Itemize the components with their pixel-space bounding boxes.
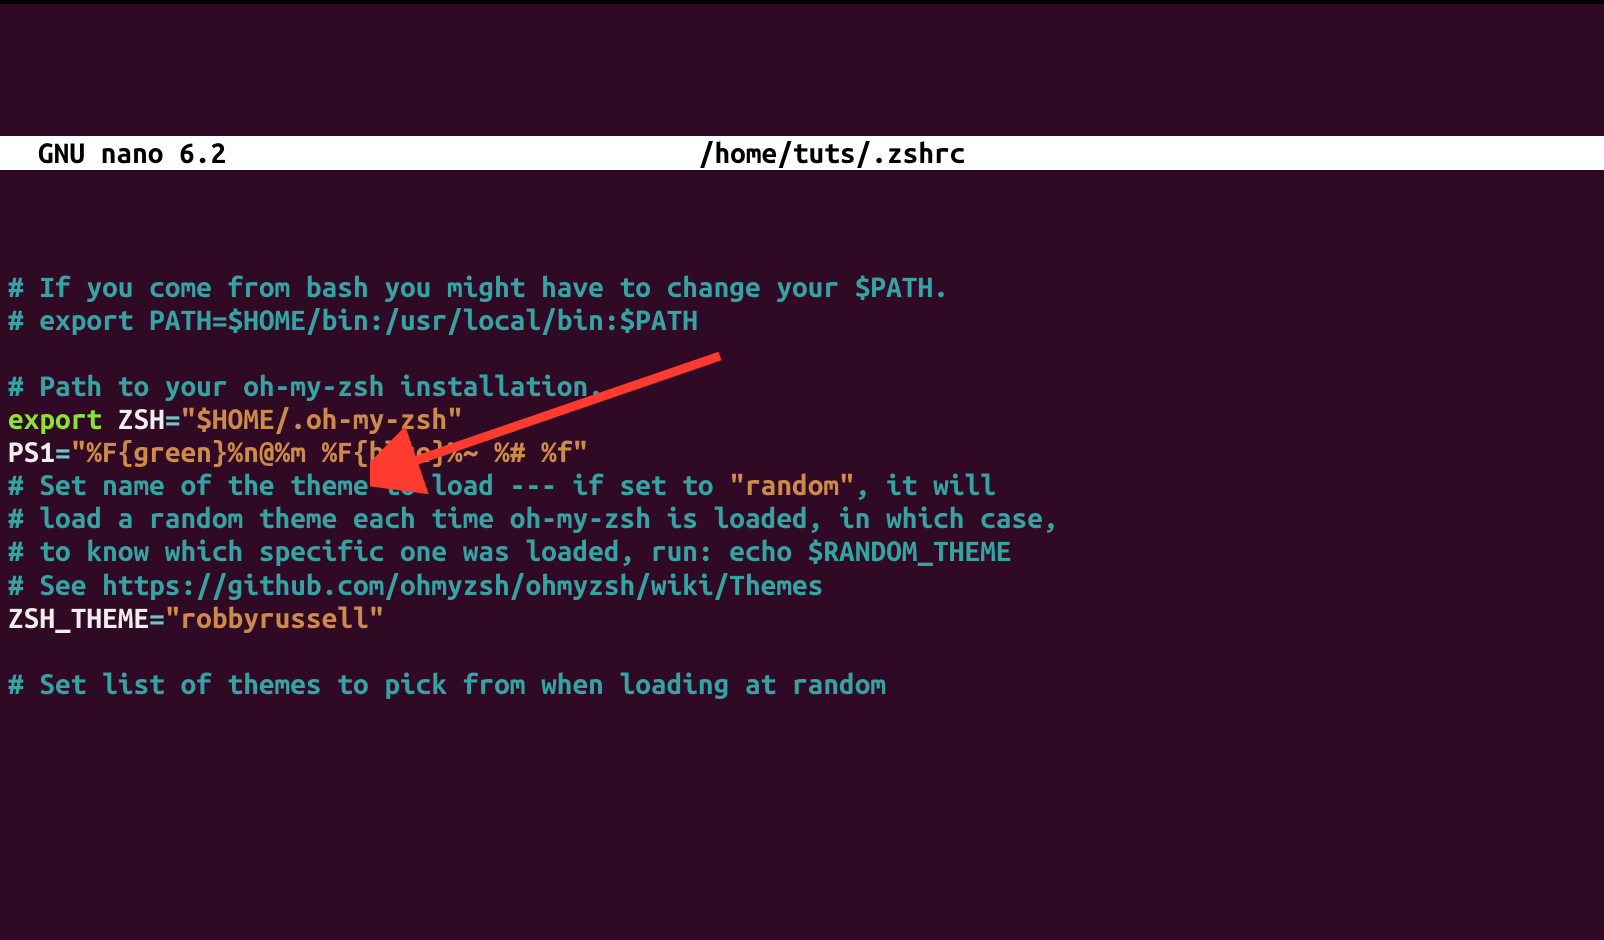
code-line: # export PATH=$HOME/bin:/usr/local/bin:$… — [8, 305, 698, 336]
code-line: , it will — [855, 470, 996, 501]
code-var: ZSH — [118, 404, 165, 435]
code-string: "robbyrussell" — [165, 603, 385, 634]
code-string: "random" — [729, 470, 854, 501]
code-line: # Set list of themes to pick from when l… — [8, 669, 886, 700]
code-line: # See https://github.com/ohmyzsh/ohmyzsh… — [8, 570, 823, 601]
nano-title-bar: GNU nano 6.2 /home/tuts/.zshrc — [0, 136, 1604, 170]
nano-app-title: GNU nano 6.2 — [6, 137, 226, 170]
code-string: "$HOME/.oh-my-zsh" — [181, 404, 463, 435]
code-line: # load a random theme each time oh-my-zs… — [8, 503, 1059, 534]
code-line: # to know which specific one was loaded,… — [8, 536, 1012, 567]
code-line: # If you come from bash you might have t… — [8, 272, 949, 303]
code-line: # Set name of the theme to load --- if s… — [8, 470, 729, 501]
code-line: # Path to your oh-my-zsh installation. — [8, 371, 604, 402]
code-keyword: export — [8, 404, 102, 435]
code-op: = — [149, 603, 165, 634]
code-op: = — [165, 404, 181, 435]
code-var: ZSH_THEME — [8, 603, 149, 634]
code-string: "%F{green}%n@%m %F{blue}%~ %# %f" — [71, 437, 588, 468]
code-space — [102, 404, 118, 435]
editor-content[interactable]: # If you come from bash you might have t… — [0, 236, 1604, 708]
code-var: PS1 — [8, 437, 55, 468]
nano-file-path: /home/tuts/.zshrc — [226, 137, 1598, 170]
code-op: = — [55, 437, 71, 468]
